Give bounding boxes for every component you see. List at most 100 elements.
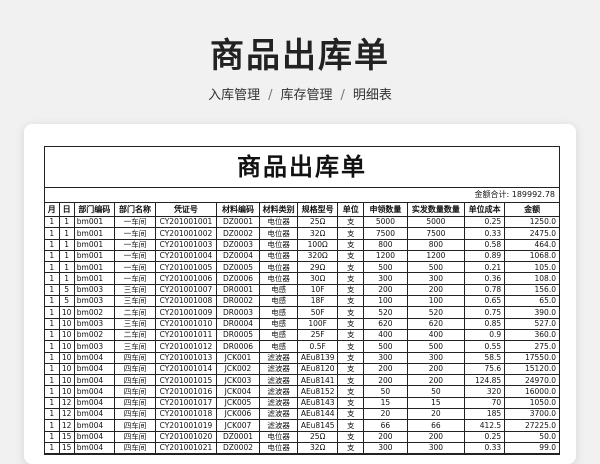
table-body: 1 1 bm001 一车间 CY201001001 DZ0001 电位器 25Ω 支 5000 50…	[45, 215, 559, 455]
table-cell: 300	[363, 272, 408, 285]
table-cell: 滤波器	[259, 351, 299, 364]
table-cell: 300	[363, 351, 408, 364]
table-cell: 400	[363, 328, 408, 342]
breadcrumb-item-inventory[interactable]: 库存管理	[280, 88, 332, 103]
breadcrumb-item-detail[interactable]: 明细表	[353, 88, 392, 103]
table-cell: CY201001004	[155, 249, 217, 263]
table-cell: 支	[337, 385, 365, 398]
table-row: 1 10 bm004 四车间 CY201001016 JCK004 滤波器 AEu8152 支 5…	[45, 385, 559, 398]
table-cell: 50	[363, 385, 408, 398]
table-cell: 0.21	[464, 261, 506, 274]
table-cell: 200	[363, 362, 408, 376]
table-cell: 1	[45, 396, 60, 410]
table-cell: DZ0001	[215, 430, 261, 443]
table-cell: 105.0	[504, 261, 559, 274]
table-cell: JCK002	[215, 362, 261, 376]
table-cell: bm004	[73, 351, 115, 364]
table-cell: 1	[45, 238, 60, 251]
column-header: 金额	[504, 203, 559, 217]
table-cell: 58.5	[464, 351, 506, 364]
table-cell: 电位器	[259, 215, 299, 229]
table-cell: CY201001021	[155, 441, 217, 455]
table-cell: 0.89	[464, 249, 506, 263]
table-cell: 100	[363, 295, 408, 308]
table-cell: 800	[406, 238, 466, 251]
table-cell: 支	[337, 283, 365, 297]
table-cell: 0.33	[464, 441, 506, 455]
table-cell: AEu8145	[297, 419, 339, 432]
column-header: 规格型号	[297, 203, 339, 217]
table-cell: 12	[58, 396, 75, 410]
table-row: 1 10 bm004 四车间 CY201001013 JCK001 滤波器 AEu8139 支 3…	[45, 351, 559, 364]
table-cell: 620	[363, 317, 408, 330]
spreadsheet: 商品出库单 金额合计: 189992.78 月日部门编码 部门名称 凭证号 材料编码材…	[44, 146, 560, 456]
table-cell: 1	[45, 385, 60, 398]
table-cell: 1050.0	[504, 396, 559, 410]
table-cell: 滤波器	[259, 396, 299, 410]
table-cell: 四车间	[113, 374, 157, 387]
table-cell: 100Ω	[297, 238, 339, 251]
table-cell: 电位器	[259, 238, 299, 251]
table-cell: 四车间	[113, 430, 157, 443]
table-cell: 一车间	[113, 272, 157, 285]
table-cell: 0.5F	[297, 340, 339, 353]
table-cell: 支	[337, 295, 365, 308]
table-cell: bm002	[73, 328, 115, 342]
table-cell: 10	[58, 351, 75, 364]
table-cell: bm004	[73, 408, 115, 421]
table-cell: 200	[406, 362, 466, 376]
table-cell: 275.0	[504, 340, 559, 353]
total-amount-value: 189992.78	[511, 190, 555, 199]
table-cell: 1	[45, 249, 60, 263]
table-cell: bm004	[73, 419, 115, 432]
table-cell: CY201001013	[155, 351, 217, 364]
table-cell: 支	[337, 340, 365, 353]
table-cell: 支	[337, 261, 365, 274]
outbound-table: 月日部门编码 部门名称 凭证号 材料编码 材料类别 规格型号 单位 申领数量 实发数量数量 单位成…	[45, 203, 559, 455]
table-cell: 5	[58, 283, 75, 297]
table-cell: 464.0	[504, 238, 559, 251]
sheet-title: 商品出库单	[45, 147, 559, 188]
table-cell: 0.58	[464, 238, 506, 251]
table-cell: 电感	[259, 340, 299, 353]
table-cell: 300	[406, 441, 466, 455]
table-cell: CY201001014	[155, 362, 217, 376]
table-cell: bm001	[73, 238, 115, 251]
table-cell: 15120.0	[504, 362, 559, 376]
table-cell: 电感	[259, 283, 299, 297]
table-cell: DZ0003	[215, 238, 261, 251]
table-cell: DR0006	[215, 340, 261, 353]
column-header: 材料类别	[259, 203, 299, 217]
table-cell: 360.0	[504, 328, 559, 342]
table-cell: 支	[337, 351, 365, 364]
table-cell: bm004	[73, 396, 115, 410]
table-cell: 320Ω	[297, 249, 339, 263]
table-cell: 1	[58, 272, 75, 285]
table-cell: 50	[406, 385, 466, 398]
table-cell: CY201001002	[155, 227, 217, 240]
table-cell: 0.25	[464, 430, 506, 443]
table-row: 1 1 bm001 一车间 CY201001002 DZ0002 电位器 32Ω 支 7500 75…	[45, 227, 559, 240]
table-cell: 16000.0	[504, 385, 559, 398]
table-cell: 10	[58, 362, 75, 376]
table-cell: JCK005	[215, 396, 261, 410]
table-cell: 滤波器	[259, 362, 299, 376]
table-cell: 1	[58, 227, 75, 240]
table-cell: 10	[58, 385, 75, 398]
table-cell: 电位器	[259, 441, 299, 455]
table-cell: 三车间	[113, 340, 157, 353]
preview-card: 商品出库单 金额合计: 189992.78 月日部门编码 部门名称 凭证号 材料编码材…	[24, 124, 576, 464]
table-cell: 1	[45, 408, 60, 421]
table-cell: 0.65	[464, 295, 506, 308]
table-cell: AEu8120	[297, 362, 339, 376]
table-row: 1 10 bm003 三车间 CY201001010 DR0004 电感 100F 支 620 62…	[45, 317, 559, 330]
table-cell: 一车间	[113, 238, 157, 251]
breadcrumb-item-inbound[interactable]: 入库管理	[208, 88, 260, 103]
table-cell: 0.55	[464, 340, 506, 353]
table-cell: 108.0	[504, 272, 559, 285]
table-row: 1 1 bm001 一车间 CY201001005 DZ0005 电位器 29Ω 支 500 500…	[45, 261, 559, 274]
table-cell: 三车间	[113, 283, 157, 297]
table-cell: 滤波器	[259, 385, 299, 398]
table-row: 1 1 bm001 一车间 CY201001004 DZ0004 电位器 320Ω 支 1200 1…	[45, 249, 559, 263]
table-cell: 二车间	[113, 306, 157, 319]
